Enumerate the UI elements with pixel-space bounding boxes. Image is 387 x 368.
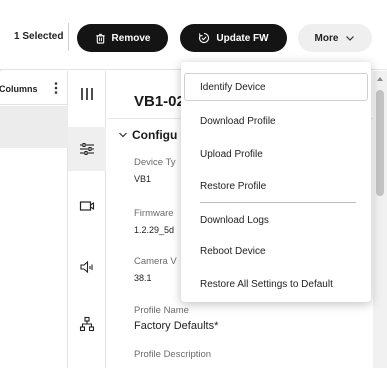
profile-description-label: Profile Description xyxy=(134,349,212,360)
scroll-up-arrow-icon[interactable] xyxy=(377,77,383,81)
menu-item-restore-profile[interactable]: Restore Profile xyxy=(181,172,371,200)
update-fw-button[interactable]: Update FW xyxy=(180,24,287,52)
menu-item-download-logs[interactable]: Download Logs xyxy=(181,206,371,234)
selected-device-row[interactable] xyxy=(0,106,68,148)
more-actions-menu: Identify Device Download Profile Upload … xyxy=(181,62,371,302)
remove-label: Remove xyxy=(111,32,151,44)
firmware-value: 1.2.29_5d xyxy=(134,225,175,235)
audio-speaker-icon[interactable] xyxy=(68,252,106,282)
update-fw-label: Update FW xyxy=(216,32,269,44)
camera-version-label: Camera V xyxy=(134,256,177,267)
menu-item-label: Restore All Settings to Default xyxy=(200,278,333,290)
more-label: More xyxy=(314,32,339,44)
remove-button[interactable]: Remove xyxy=(77,24,168,52)
device-type-label: Device Ty xyxy=(134,157,176,168)
menu-item-reboot-device[interactable]: Reboot Device xyxy=(181,237,371,265)
profile-name-value: Factory Defaults* xyxy=(134,320,219,332)
columns-view-icon[interactable] xyxy=(68,79,106,109)
configuration-section-title[interactable]: Configu xyxy=(132,128,177,142)
selection-count: 1 Selected xyxy=(14,31,64,42)
scrollbar-thumb[interactable] xyxy=(376,90,384,196)
action-toolbar: 1 Selected Remove Update FW More xyxy=(0,0,387,70)
kebab-menu-icon[interactable] xyxy=(52,81,60,95)
menu-item-label: Download Profile xyxy=(200,115,276,127)
chevron-down-icon xyxy=(346,36,355,41)
menu-separator xyxy=(200,202,356,203)
profile-name-label: Profile Name xyxy=(134,305,189,316)
toolbar-divider xyxy=(68,23,69,51)
camera-icon[interactable] xyxy=(68,191,106,221)
trash-icon xyxy=(95,33,105,44)
firmware-label: Firmware xyxy=(134,208,174,219)
update-icon xyxy=(199,32,210,43)
panel-icon-rail xyxy=(68,71,106,368)
device-type-value: VB1 xyxy=(134,174,152,184)
device-list-panel: Columns xyxy=(0,71,68,368)
menu-item-upload-profile[interactable]: Upload Profile xyxy=(181,140,371,168)
columns-label: Columns xyxy=(0,84,38,94)
device-title: VB1-02 xyxy=(134,93,185,110)
columns-header[interactable]: Columns xyxy=(0,71,68,105)
camera-version-value: 38.1 xyxy=(134,273,152,283)
menu-item-label: Upload Profile xyxy=(200,148,263,160)
menu-item-identify-device[interactable]: Identify Device xyxy=(184,73,368,101)
menu-item-label: Restore Profile xyxy=(200,180,267,192)
menu-item-label: Identify Device xyxy=(200,81,266,93)
chevron-down-icon[interactable] xyxy=(118,130,128,140)
menu-item-restore-all-defaults[interactable]: Restore All Settings to Default xyxy=(181,270,371,298)
menu-item-download-profile[interactable]: Download Profile xyxy=(181,107,371,135)
network-icon[interactable] xyxy=(68,309,106,339)
settings-sliders-icon[interactable] xyxy=(68,134,106,164)
more-button[interactable]: More xyxy=(298,24,372,52)
menu-item-label: Reboot Device xyxy=(200,245,266,257)
menu-item-label: Download Logs xyxy=(200,214,269,226)
